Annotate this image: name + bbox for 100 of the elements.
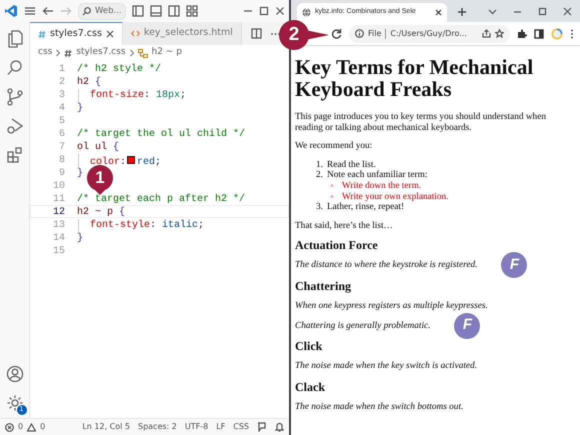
settings-icon[interactable] xyxy=(6,394,24,412)
error-icon xyxy=(5,422,14,432)
extensions-icon[interactable] xyxy=(6,146,24,164)
sidebar-toggle-icon[interactable] xyxy=(132,5,144,17)
line-number: 4 xyxy=(58,102,66,113)
side-panel-icon[interactable] xyxy=(534,28,544,38)
step-callout: 1 xyxy=(87,165,113,191)
bell-icon[interactable] xyxy=(275,422,284,432)
code-line: color: red; xyxy=(90,157,162,168)
code-line: } xyxy=(77,233,84,244)
list-number: 2. xyxy=(315,170,323,181)
chevron-icon xyxy=(128,49,135,57)
maximize-icon[interactable] xyxy=(259,6,269,16)
close-icon[interactable] xyxy=(275,6,285,16)
color-swatch[interactable] xyxy=(127,156,136,164)
definition-text: The noise made when the key switch is activated. xyxy=(295,361,478,372)
secondary-sidebar-icon[interactable] xyxy=(168,5,180,17)
status-item[interactable]: CSS xyxy=(233,421,249,433)
line-number: 14 xyxy=(52,232,66,243)
back-icon[interactable] xyxy=(42,6,54,16)
code-line: ol ul { xyxy=(77,142,120,153)
code-line: /* h2 style */ xyxy=(77,64,162,75)
line-number: 5 xyxy=(58,115,66,126)
code-line: font-style: italic; xyxy=(90,220,204,231)
code-line: h2 { xyxy=(77,77,102,88)
feedback-icon[interactable] xyxy=(257,422,267,432)
run-debug-icon[interactable] xyxy=(6,117,24,135)
code-line: /* target each p after h2 */ xyxy=(77,194,246,205)
close-icon[interactable] xyxy=(563,6,572,16)
line-number: 10 xyxy=(52,180,66,191)
term-heading: Clack xyxy=(295,381,326,393)
status-item[interactable]: LF xyxy=(216,421,226,433)
close-icon[interactable] xyxy=(435,9,442,16)
panel-toggle-icon[interactable] xyxy=(150,5,162,17)
code-line: h2 ~ p { xyxy=(77,207,126,218)
line-number: 8 xyxy=(58,154,66,165)
line-number: 2 xyxy=(58,76,66,87)
breadcrumb-item[interactable]: css xyxy=(38,46,52,60)
callout-pointer xyxy=(95,190,105,195)
bullet: ◦ xyxy=(330,192,334,202)
list-item: Write down the term. xyxy=(342,180,422,191)
file-tab[interactable]: styles7.css xyxy=(30,22,123,45)
star-icon[interactable] xyxy=(495,29,504,38)
layout-icon[interactable] xyxy=(186,5,198,17)
bullet: ◦ xyxy=(330,180,334,192)
html-file-icon xyxy=(130,29,140,38)
close-icon[interactable] xyxy=(106,30,114,38)
warning-icon xyxy=(27,422,36,432)
chevron-icon xyxy=(55,49,62,57)
line-number: 7 xyxy=(58,141,66,152)
globe-icon xyxy=(302,8,311,17)
address-bar[interactable]: File C:/Users/Guy/Dro... xyxy=(349,24,510,42)
definition-text: Chattering is generally problematic. xyxy=(295,320,430,331)
list-item: Write your own explanation. xyxy=(342,192,449,202)
css-file-icon xyxy=(38,30,46,38)
status-item[interactable]: Ln 12, Col 5 xyxy=(82,421,130,433)
line-number: 3 xyxy=(58,89,66,100)
definition-text: The distance to where the keystroke is registered. xyxy=(295,260,478,270)
line-number: 9 xyxy=(58,167,66,178)
info-icon xyxy=(355,29,364,38)
callout-pointer xyxy=(305,30,329,40)
symbol-icon xyxy=(138,48,148,58)
new-tab-icon[interactable] xyxy=(457,7,467,17)
code-line: } xyxy=(77,103,84,114)
feature-callout: F xyxy=(501,252,528,278)
puzzle-icon[interactable] xyxy=(517,28,527,38)
branch-icon[interactable] xyxy=(6,88,24,106)
line-number: 15 xyxy=(52,245,66,256)
feature-callout: F xyxy=(454,312,480,339)
code-line: /* target the ol ul child */ xyxy=(77,129,246,140)
share-icon[interactable] xyxy=(482,29,491,38)
status-item[interactable]: Spaces: 2 xyxy=(138,421,177,433)
paragraph: This page introduces you to key terms you should understand when reading or talking about mechanical keyboards. xyxy=(295,112,547,134)
split-editor-icon[interactable] xyxy=(251,28,262,39)
search-field[interactable]: Web... xyxy=(78,2,126,20)
account-icon[interactable] xyxy=(6,365,24,383)
status-item[interactable]: UTF-8 xyxy=(184,421,208,433)
line-number: 11 xyxy=(52,193,66,204)
breadcrumb-item[interactable]: h2 ~ p xyxy=(138,46,182,60)
search-icon[interactable] xyxy=(6,59,24,77)
tab-search-icon[interactable] xyxy=(488,6,497,16)
list-number: 3. xyxy=(315,202,323,213)
more-icon[interactable] xyxy=(570,28,574,38)
page-heading: Key Terms for Mechanical Keyboard Freaks xyxy=(295,56,534,100)
files-icon[interactable] xyxy=(6,30,24,48)
reload-icon[interactable] xyxy=(331,28,342,39)
file-tab[interactable]: key_selectors.html xyxy=(122,22,242,45)
line-number: 12 xyxy=(52,206,66,217)
paragraph: That said, here’s the list… xyxy=(295,220,394,232)
menu-icon[interactable] xyxy=(24,6,36,16)
term-heading: Click xyxy=(295,340,324,352)
definition-text: The noise made when the switch bottoms out. xyxy=(295,402,464,412)
term-heading: Chattering xyxy=(295,280,352,292)
app-logo-icon xyxy=(4,4,18,18)
line-number: 1 xyxy=(58,63,66,74)
problems-indicator[interactable]: 0 0 xyxy=(5,421,46,433)
profile-icon[interactable] xyxy=(551,28,563,40)
code-line: } xyxy=(77,168,84,179)
breadcrumb-item[interactable]: styles7.css xyxy=(64,46,126,60)
maximize-icon[interactable] xyxy=(538,6,547,16)
